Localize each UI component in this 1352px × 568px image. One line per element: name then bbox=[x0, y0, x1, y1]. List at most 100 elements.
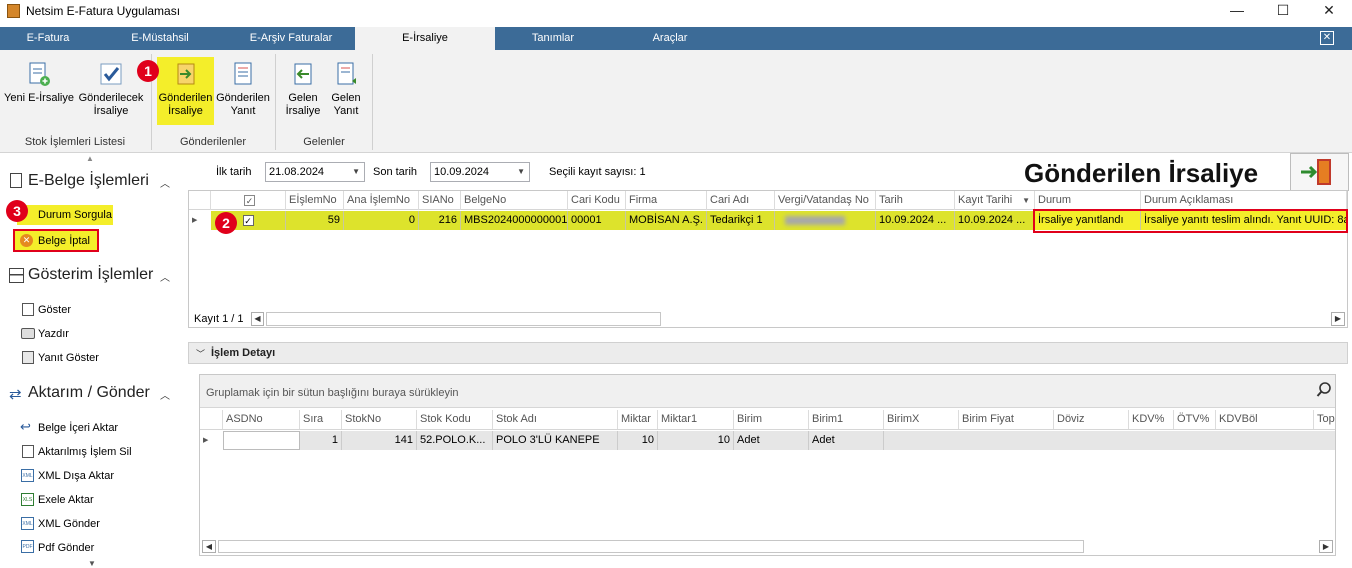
column-header[interactable]: Vergi/Vatandaş No bbox=[775, 191, 876, 210]
xml-export-icon: XML bbox=[21, 469, 34, 482]
column-header[interactable]: Top bbox=[1314, 410, 1335, 429]
group-label-gonderilenler: Gönderilenler bbox=[179, 136, 247, 148]
maximize-button[interactable]: ☐ bbox=[1260, 0, 1306, 22]
scroll-right-button[interactable]: ▶ bbox=[1331, 312, 1345, 326]
horizontal-scrollbar-thumb[interactable] bbox=[218, 540, 1084, 553]
left-item-xml-disa-aktar[interactable]: XML Dışa Aktar bbox=[38, 470, 114, 482]
tab-e-fatura[interactable]: E-Fatura bbox=[0, 27, 96, 50]
group-label-stok: Stok İşlemleri Listesi bbox=[24, 136, 126, 148]
scroll-left-button[interactable]: ◀ bbox=[202, 540, 216, 553]
column-header[interactable]: Birim bbox=[734, 410, 809, 429]
left-item-exele-aktar[interactable]: Exele Aktar bbox=[38, 494, 94, 506]
table-row[interactable]: ▶ 1 141 52.POLO.K... POLO 3'LÜ KANEPE 10… bbox=[200, 431, 1335, 450]
cell-birim1: Adet bbox=[809, 431, 884, 450]
chevron-up-icon[interactable]: ︿ bbox=[160, 175, 170, 190]
collapse-up-icon[interactable]: ▲ bbox=[86, 154, 94, 163]
cell-eislemno: 59 bbox=[286, 211, 344, 230]
column-header[interactable]: Stok Adı bbox=[493, 410, 618, 429]
cell-asdno-editor[interactable] bbox=[223, 431, 300, 450]
start-date-field[interactable]: 21.08.2024 ▼ bbox=[265, 162, 365, 182]
view-icon bbox=[22, 303, 34, 316]
column-header[interactable]: Kayıt Tarihi ▼ bbox=[955, 191, 1035, 210]
column-header[interactable]: Firma bbox=[626, 191, 707, 210]
scroll-left-button[interactable]: ◀ bbox=[251, 312, 264, 326]
main-grid-header: ✓ EİşlemNo Ana İşlemNo SIANo BelgeNo Car… bbox=[189, 191, 1347, 210]
search-icon[interactable] bbox=[1316, 382, 1332, 398]
column-header[interactable]: KDVBöl bbox=[1216, 410, 1314, 429]
status-highlight-box bbox=[1033, 209, 1348, 233]
column-header[interactable]: Durum Açıklaması bbox=[1141, 191, 1347, 210]
left-item-durum-sorgula[interactable]: Durum Sorgula bbox=[38, 209, 112, 221]
column-header[interactable]: Döviz bbox=[1054, 410, 1129, 429]
scroll-down-icon[interactable]: ▼ bbox=[88, 559, 96, 568]
start-date-label: İlk tarih bbox=[216, 166, 252, 178]
tab-e-irsaliye[interactable]: E-İrsaliye bbox=[355, 27, 495, 50]
tab-araclar[interactable]: Araçlar bbox=[630, 27, 710, 50]
column-header bbox=[200, 410, 223, 429]
column-header[interactable]: BelgeNo bbox=[461, 191, 568, 210]
checkbox-icon: ✓ bbox=[242, 214, 254, 226]
column-header[interactable]: Miktar bbox=[618, 410, 658, 429]
button-label: İrsaliye bbox=[285, 105, 321, 117]
exit-door-icon bbox=[1301, 159, 1331, 185]
button-label: Gönderilen bbox=[158, 92, 213, 104]
detail-panel-header[interactable] bbox=[188, 342, 1348, 364]
gonderilen-irsaliye-button[interactable]: Gönderilen İrsaliye bbox=[157, 60, 214, 118]
column-header[interactable]: Cari Adı bbox=[707, 191, 775, 210]
minimize-button[interactable]: — bbox=[1214, 0, 1260, 22]
end-date-field[interactable]: 10.09.2024 ▼ bbox=[430, 162, 530, 182]
chevron-collapse-icon[interactable]: ﹀ bbox=[196, 347, 205, 360]
exit-button[interactable] bbox=[1290, 153, 1349, 191]
left-item-yanit-goster[interactable]: Yanıt Göster bbox=[38, 352, 99, 364]
cell-tarih: 10.09.2024 ... bbox=[876, 211, 955, 230]
scroll-right-button[interactable]: ▶ bbox=[1319, 540, 1333, 553]
column-header[interactable]: Stok Kodu bbox=[417, 410, 493, 429]
ribbon-options-icon[interactable]: ✕ bbox=[1320, 31, 1334, 45]
gonderilen-yanit-button[interactable]: Gönderilen Yanıt bbox=[215, 60, 271, 118]
column-header[interactable]: Sıra bbox=[300, 410, 342, 429]
column-header[interactable]: Birim Fiyat bbox=[959, 410, 1054, 429]
chevron-up-icon[interactable]: ︿ bbox=[160, 269, 170, 284]
gelen-yanit-button[interactable]: Gelen Yanıt bbox=[326, 60, 366, 118]
left-item-yazdir[interactable]: Yazdır bbox=[38, 328, 69, 340]
response-view-icon bbox=[22, 351, 34, 364]
new-e-irsaliye-button[interactable]: Yeni E-İrsaliye bbox=[3, 60, 75, 105]
inbox-arrow-icon bbox=[294, 63, 312, 85]
tab-tanimlar[interactable]: Tanımlar bbox=[510, 27, 596, 50]
left-item-pdf-gonder[interactable]: Pdf Gönder bbox=[38, 542, 94, 554]
delete-transfer-icon bbox=[22, 445, 34, 458]
gelen-irsaliye-button[interactable]: Gelen İrsaliye bbox=[282, 60, 324, 118]
gonderilecek-irsaliye-button[interactable]: Gönderilecek İrsaliye bbox=[78, 60, 144, 118]
column-header[interactable]: ÖTV% bbox=[1174, 410, 1216, 429]
column-header[interactable]: KDV% bbox=[1129, 410, 1174, 429]
dropdown-arrow-icon: ▼ bbox=[517, 167, 525, 176]
chevron-up-icon[interactable]: ︿ bbox=[160, 387, 170, 402]
column-header-select[interactable]: ✓ bbox=[211, 191, 286, 210]
ribbon-separator bbox=[372, 54, 373, 150]
checkbox-icon: ✓ bbox=[244, 194, 255, 206]
close-button[interactable]: ✕ bbox=[1306, 0, 1352, 22]
detail-grid-header: ASDNo Sıra StokNo Stok Kodu Stok Adı Mik… bbox=[200, 410, 1335, 430]
column-header[interactable]: Tarih bbox=[876, 191, 955, 210]
column-header[interactable]: StokNo bbox=[342, 410, 417, 429]
column-header[interactable]: Miktar1 bbox=[658, 410, 734, 429]
column-header[interactable]: Birim1 bbox=[809, 410, 884, 429]
column-header[interactable]: ASDNo bbox=[223, 410, 300, 429]
column-header[interactable]: SIANo bbox=[419, 191, 461, 210]
column-header[interactable]: Cari Kodu bbox=[568, 191, 626, 210]
cell-stok-adi: POLO 3'LÜ KANEPE bbox=[493, 431, 618, 450]
horizontal-scrollbar-thumb[interactable] bbox=[266, 312, 661, 326]
column-header[interactable]: BirimX bbox=[884, 410, 959, 429]
left-item-xml-gonder[interactable]: XML Gönder bbox=[38, 518, 100, 530]
page-title: Gönderilen İrsaliye bbox=[1024, 158, 1259, 188]
cell-ana-islemno: 0 bbox=[344, 211, 419, 230]
tab-e-arsiv[interactable]: E-Arşiv Faturalar bbox=[226, 27, 356, 50]
left-item-aktarilmis-islem-sil[interactable]: Aktarılmış İşlem Sil bbox=[38, 446, 132, 458]
column-header[interactable]: EİşlemNo bbox=[286, 191, 344, 210]
column-header[interactable]: Durum bbox=[1035, 191, 1141, 210]
column-header[interactable]: Ana İşlemNo bbox=[344, 191, 419, 210]
left-item-belge-iptal[interactable]: Belge İptal bbox=[38, 235, 90, 247]
left-item-belge-iceri-aktar[interactable]: Belge İçeri Aktar bbox=[38, 422, 118, 434]
left-item-goster[interactable]: Göster bbox=[38, 304, 71, 316]
tab-e-mustahsil[interactable]: E-Müstahsil bbox=[110, 27, 210, 50]
